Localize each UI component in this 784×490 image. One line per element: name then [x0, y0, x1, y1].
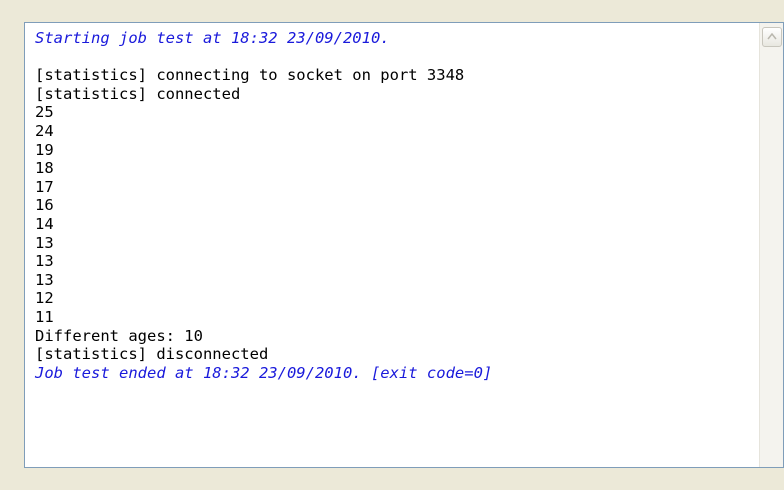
console-line: 16	[35, 196, 54, 215]
triangle-up-icon	[767, 33, 777, 40]
console-line: [statistics] disconnected	[35, 345, 269, 364]
console-line: 19	[35, 140, 54, 159]
console-line: 25	[35, 103, 54, 122]
console-text-area[interactable]: Starting job test at 18:32 23/09/2010. [s…	[35, 29, 753, 382]
console-output-panel[interactable]: Starting job test at 18:32 23/09/2010. [s…	[24, 22, 784, 468]
console-line: 24	[35, 121, 54, 140]
console-line: Starting job test at 18:32 23/09/2010.	[35, 29, 390, 47]
console-line: 14	[35, 214, 54, 233]
console-line: 11	[35, 307, 54, 326]
console-line: 13	[35, 233, 54, 252]
console-line: Job test ended at 18:32 23/09/2010. [exi…	[35, 363, 493, 382]
console-line: Different ages: 10	[35, 326, 203, 345]
console-line: [statistics] connecting to socket on por…	[35, 66, 465, 85]
console-line: [statistics] connected	[35, 84, 241, 103]
vertical-scrollbar[interactable]	[759, 23, 783, 467]
console-line: 17	[35, 177, 54, 196]
console-line: 12	[35, 289, 54, 308]
console-line: 13	[35, 270, 54, 289]
scroll-up-button[interactable]	[762, 27, 782, 47]
window-bottom-strip	[24, 468, 784, 490]
console-line: 13	[35, 252, 54, 271]
console-line: 18	[35, 159, 54, 178]
